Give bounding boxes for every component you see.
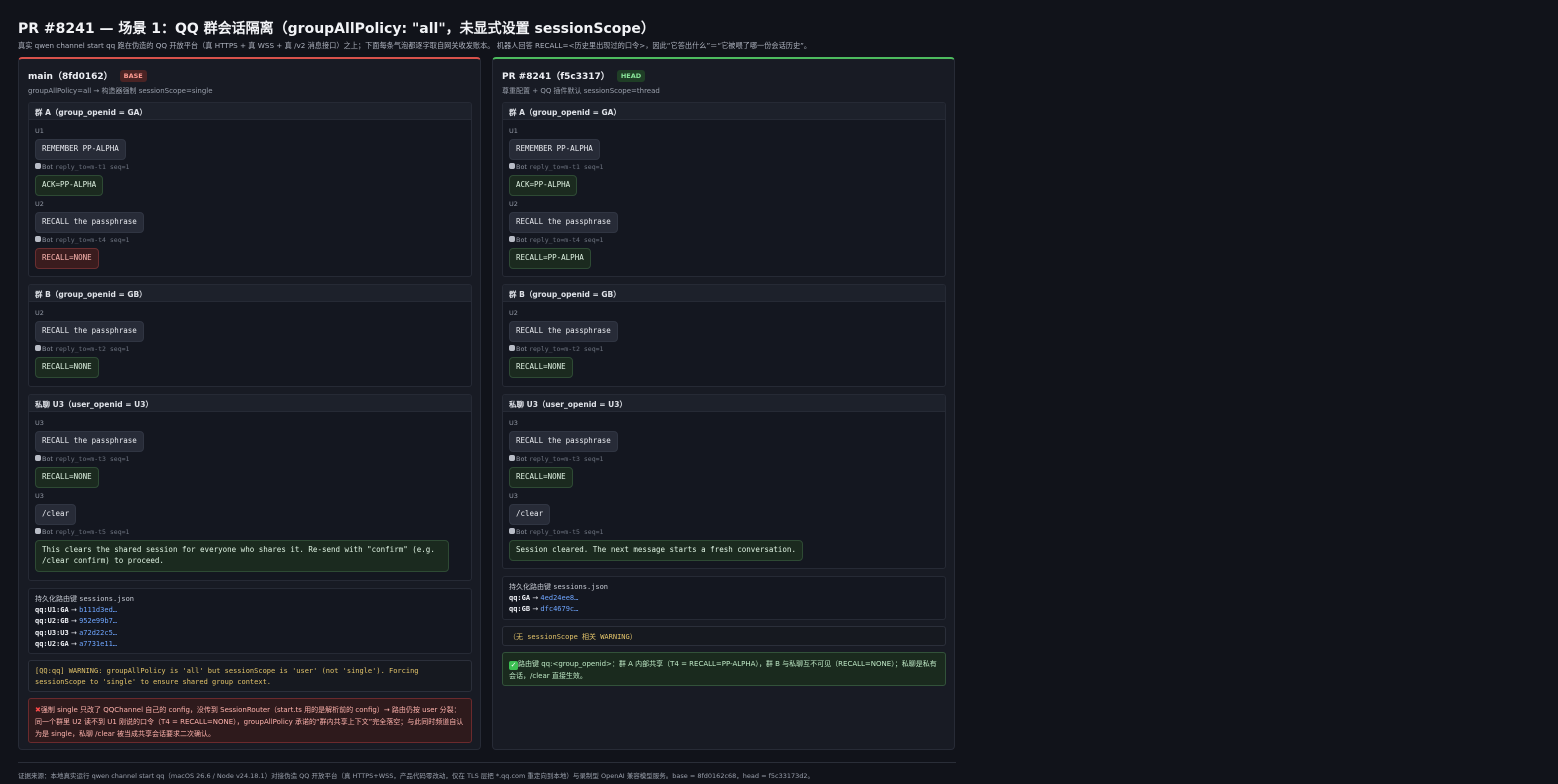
user-message: REMEMBER PP-ALPHA [35, 139, 126, 160]
check-icon: ✓ [509, 661, 518, 670]
robot-icon [35, 236, 41, 242]
user-message: REMEMBER PP-ALPHA [509, 139, 600, 160]
group-b-header: 群 B（group_openid = GB） [29, 285, 471, 302]
bot-meta-line: Bot reply_to=m-t3 seq=1 [509, 455, 603, 463]
verdict-text: 强制 single 只改了 QQChannel 自己的 config，没传到 S… [35, 706, 464, 738]
base-group-a-section: 群 A（group_openid = GA） U1 REMEMBER PP-AL… [28, 102, 472, 277]
persisted-keys-box: 持久化路由键 sessions.json qq:GA → 4ed24ee8… q… [502, 576, 946, 620]
robot-icon [35, 528, 41, 534]
head-dm-section: 私聊 U3（user_openid = U3） U3 RECALL the pa… [502, 394, 946, 569]
head-panel: PR #8241（f5c3317） HEAD 尊重配置 + QQ 插件默认 se… [492, 57, 955, 750]
robot-icon [509, 528, 515, 534]
robot-icon [509, 345, 515, 351]
base-panel-header: main（8fd0162） BASE [28, 69, 147, 82]
base-panel-subtitle: groupAllPolicy=all → 构造器强制 sessionScope=… [28, 87, 213, 95]
robot-icon [509, 163, 515, 169]
user-message: /clear [509, 504, 551, 525]
sender-label: U3 [509, 419, 518, 427]
head-panel-header: PR #8241（f5c3317） HEAD [502, 69, 646, 82]
head-group-a-section: 群 A（group_openid = GA） U1 REMEMBER PP-AL… [502, 102, 946, 277]
persisted-key-row: qq:U1:GA → b111d3ed… [35, 606, 117, 615]
robot-icon [509, 455, 515, 461]
robot-icon [35, 345, 41, 351]
bot-meta-line: Bot reply_to=m-t4 seq=1 [509, 236, 603, 244]
sender-label: U2 [35, 200, 44, 208]
user-message: RECALL the passphrase [509, 431, 618, 452]
persisted-key-row: qq:U2:GA → a7731e11… [35, 639, 117, 648]
bot-reply: RECALL=NONE [35, 467, 99, 488]
bot-meta-line: Bot reply_to=m-t1 seq=1 [509, 163, 603, 171]
bot-reply: ACK=PP-ALPHA [35, 175, 104, 196]
verdict-box: ✖强制 single 只改了 QQChannel 自己的 config，没传到 … [28, 698, 472, 743]
bot-reply: Session cleared. The next message starts… [509, 540, 803, 561]
base-dm-section: 私聊 U3（user_openid = U3） U3 RECALL the pa… [28, 394, 472, 581]
footer-divider [18, 762, 956, 763]
bot-meta-line: Bot reply_to=m-t5 seq=1 [509, 528, 603, 536]
robot-icon [35, 163, 41, 169]
persisted-keys-box: 持久化路由键 sessions.json qq:U1:GA → b111d3ed… [28, 588, 472, 654]
persisted-key-row: qq:GB → dfc4679c… [509, 605, 579, 614]
sender-label: U3 [509, 492, 518, 500]
user-message: RECALL the passphrase [35, 321, 144, 342]
persisted-key-row: qq:GA → 4ed24ee8… [509, 594, 579, 603]
head-group-b-section: 群 B（group_openid = GB） U2 RECALL the pas… [502, 284, 946, 387]
bot-reply: ACK=PP-ALPHA [509, 175, 578, 196]
sender-label: U2 [35, 309, 44, 317]
bot-reply-failed: RECALL=NONE [35, 248, 99, 269]
bot-meta-line: Bot reply_to=m-t4 seq=1 [35, 236, 129, 244]
sender-label: U2 [509, 309, 518, 317]
bot-reply: RECALL=NONE [509, 357, 573, 378]
user-message: /clear [35, 504, 77, 525]
user-message: RECALL the passphrase [509, 321, 618, 342]
head-panel-title: PR #8241（f5c3317） [502, 72, 610, 82]
bot-reply: RECALL=PP-ALPHA [509, 248, 591, 269]
persisted-keys-title: 持久化路由键 sessions.json [35, 595, 135, 603]
base-panel-title: main（8fd0162） [28, 72, 113, 82]
log-warning: （无 sessionScope 相关 WARNING） [502, 626, 946, 646]
user-message: RECALL the passphrase [509, 212, 618, 233]
bot-reply: RECALL=NONE [35, 357, 99, 378]
persisted-key-row: qq:U3:U3 → a72d22c5… [35, 628, 117, 637]
sender-label: U3 [35, 492, 44, 500]
persisted-key-row: qq:U2:GB → 952e99b7… [35, 617, 117, 626]
sender-label: U3 [35, 419, 44, 427]
robot-icon [509, 236, 515, 242]
bot-meta-line: Bot reply_to=m-t3 seq=1 [35, 455, 129, 463]
bot-reply: RECALL=NONE [509, 467, 573, 488]
group-a-header: 群 A（group_openid = GA） [29, 103, 471, 120]
sender-label: U2 [509, 200, 518, 208]
dm-header: 私聊 U3（user_openid = U3） [503, 395, 945, 412]
verdict-text: 路由键 qq:<group_openid>：群 A 内部共享（T4 = RECA… [509, 660, 937, 680]
footer-evidence: 证据来源：本地真实运行 qwen channel start qq（macOS … [18, 772, 815, 780]
base-group-b-section: 群 B（group_openid = GB） U2 RECALL the pas… [28, 284, 472, 387]
base-panel: main（8fd0162） BASE groupAllPolicy=all → … [18, 57, 481, 750]
bot-meta-line: Bot reply_to=m-t2 seq=1 [35, 345, 129, 353]
bot-meta-line: Bot reply_to=m-t2 seq=1 [509, 345, 603, 353]
group-b-header: 群 B（group_openid = GB） [503, 285, 945, 302]
bot-reply: This clears the shared session for every… [35, 540, 449, 572]
sender-label: U1 [509, 127, 518, 135]
bot-meta-line: Bot reply_to=m-t5 seq=1 [35, 528, 129, 536]
base-badge: BASE [119, 69, 147, 82]
log-warning: [QQ:qq] WARNING: groupAllPolicy is 'all'… [28, 660, 472, 692]
head-badge: HEAD [616, 69, 646, 82]
bot-meta-line: Bot reply_to=m-t1 seq=1 [35, 163, 129, 171]
user-message: RECALL the passphrase [35, 431, 144, 452]
verdict-box: ✓ 路由键 qq:<group_openid>：群 A 内部共享（T4 = REC… [502, 652, 946, 686]
head-panel-subtitle: 尊重配置 + QQ 插件默认 sessionScope=thread [502, 87, 660, 95]
sender-label: U1 [35, 127, 44, 135]
robot-icon [35, 455, 41, 461]
page-title: PR #8241 — 场景 1：QQ 群会话隔离（groupAllPolicy:… [18, 21, 655, 37]
persisted-keys-title: 持久化路由键 sessions.json [509, 583, 609, 591]
dm-header: 私聊 U3（user_openid = U3） [29, 395, 471, 412]
group-a-header: 群 A（group_openid = GA） [503, 103, 945, 120]
page-subtitle: 真实 qwen channel start qq 跑在伪造的 QQ 开放平台（真… [18, 41, 812, 50]
user-message: RECALL the passphrase [35, 212, 144, 233]
